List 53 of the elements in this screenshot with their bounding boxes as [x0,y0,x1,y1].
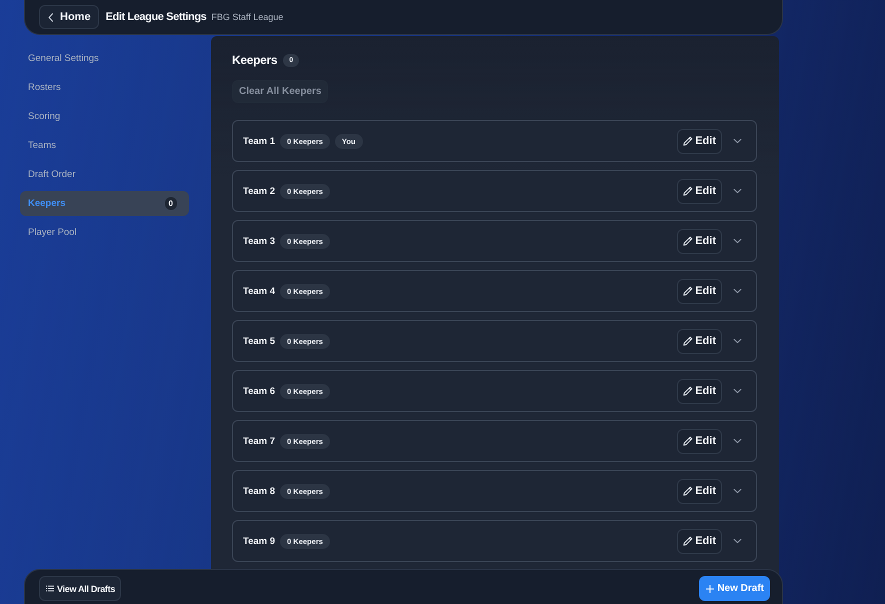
plus-icon [706,584,714,592]
chevron-down-icon[interactable] [733,338,742,344]
edit-button[interactable]: Edit [677,278,722,304]
team-name: Team 7 [243,436,276,446]
chevron-left-icon [48,12,54,22]
edit-button[interactable]: Edit [677,328,722,354]
team-name: Team 2 [243,186,276,196]
pencil-icon [683,286,694,296]
chevron-down-icon[interactable] [733,388,742,394]
chevron-down-icon[interactable] [733,288,742,294]
count-badge: 0 [164,197,177,210]
sidebar-item[interactable]: Teams [20,133,189,158]
edit-button[interactable]: Edit [677,428,722,454]
chevron-down-icon[interactable] [733,538,742,544]
team-name: Team 6 [243,386,276,396]
pencil-icon [683,186,694,196]
chevron-down-icon[interactable] [733,188,742,194]
sidebar-item[interactable]: Keepers 0 [20,191,189,216]
sidebar-item[interactable]: Player Pool [20,220,189,245]
list-icon [46,585,54,592]
edit-button[interactable]: Edit [677,378,722,404]
sidebar-item[interactable]: Rosters [20,75,189,100]
edit-button[interactable]: Edit [677,528,722,554]
team-name: Team 4 [243,286,276,296]
edit-button[interactable]: Edit [677,478,722,504]
pencil-icon [683,386,694,396]
edit-button[interactable]: Edit [677,178,722,204]
team-name: Team 9 [243,536,276,546]
pencil-icon [683,536,694,546]
team-name: Team 5 [243,336,276,346]
pencil-icon [683,336,694,346]
edit-button[interactable]: Edit [677,228,722,254]
home-button[interactable]: Home [39,5,99,29]
league-name: FBG Staff League [211,12,284,22]
sidebar-item[interactable]: Draft Order [20,162,189,187]
team-name: Team 1 [243,136,276,146]
chevron-down-icon[interactable] [733,488,742,494]
pencil-icon [683,136,694,146]
pencil-icon [683,486,694,496]
team-name: Team 8 [243,486,276,496]
chevron-down-icon[interactable] [733,438,742,444]
pencil-icon [683,436,694,446]
sidebar-item[interactable]: General Settings [20,46,189,71]
pencil-icon [683,236,694,246]
section-title: Keepers [232,53,278,67]
view-all-drafts-button[interactable]: View All Drafts [39,576,122,601]
edit-button[interactable]: Edit [677,128,722,154]
chevron-down-icon[interactable] [733,238,742,244]
team-name: Team 3 [243,236,276,246]
chevron-down-icon[interactable] [733,138,742,144]
sidebar-item[interactable]: Scoring [20,104,189,129]
new-draft-button[interactable]: New Draft [699,576,770,601]
page-title: Edit League Settings [106,11,206,23]
